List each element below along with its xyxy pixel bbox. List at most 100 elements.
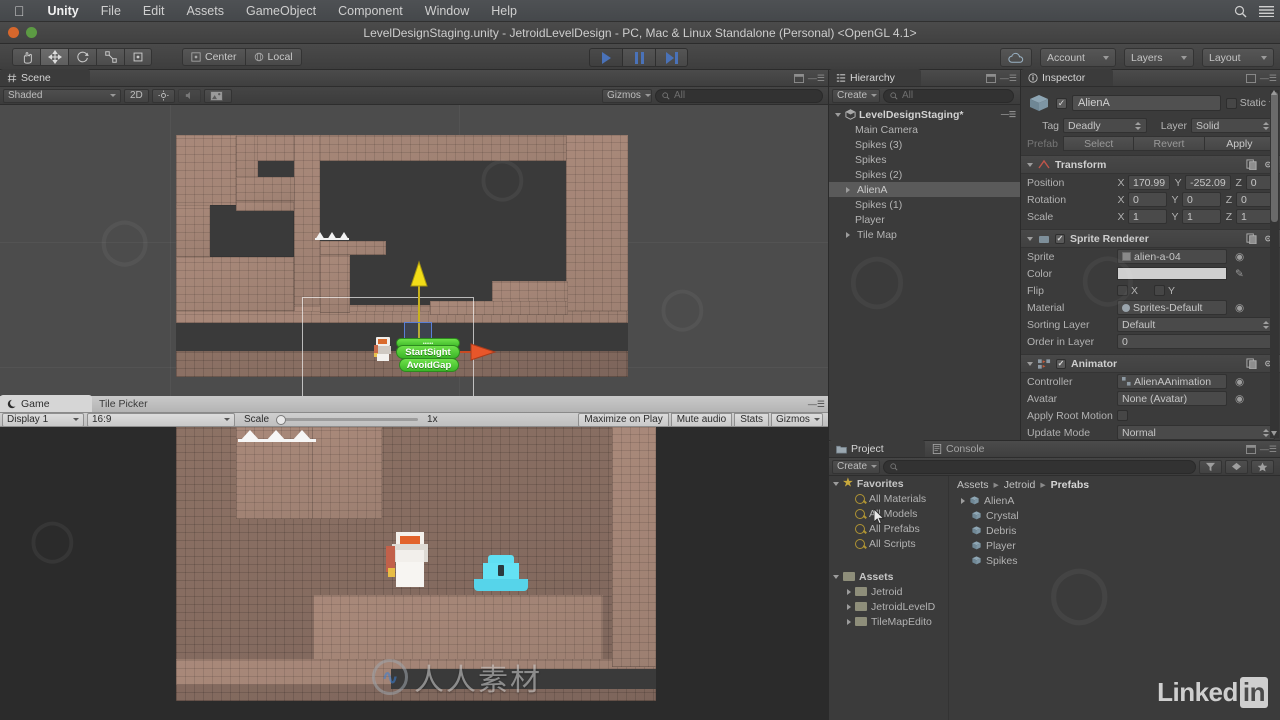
hierarchy-item-aliena[interactable]: AlienA xyxy=(829,182,1020,197)
hierarchy-item-scene[interactable]: LevelDesignStaging* —☰ xyxy=(829,107,1020,122)
hierarchy-search-input[interactable]: All xyxy=(883,88,1014,103)
lighting-toggle-button[interactable] xyxy=(151,88,175,103)
update-mode-dropdown[interactable]: Normal xyxy=(1117,425,1275,440)
prefab-item-aliena[interactable]: AlienA xyxy=(949,493,1280,508)
hierarchy-create-dropdown[interactable]: Create xyxy=(832,88,880,103)
play-button[interactable] xyxy=(589,48,622,67)
mute-audio-button[interactable]: Mute audio xyxy=(670,412,733,427)
tab-console[interactable]: Console xyxy=(925,440,1021,457)
sprite-field[interactable]: alien-a-04 xyxy=(1117,249,1227,264)
inspector-scrollbar[interactable] xyxy=(1270,90,1279,438)
favorite-all-models[interactable]: All Models xyxy=(829,506,948,521)
static-toggle[interactable]: Static xyxy=(1225,97,1275,109)
twirl-down-icon[interactable] xyxy=(833,112,842,117)
tab-inspector[interactable]: Inspector xyxy=(1021,69,1113,86)
scene-canvas[interactable]: •••••• StartSight AvoidGap ◯ ◯ ◯ xyxy=(0,105,828,396)
object-name-field[interactable]: AlienA xyxy=(1072,95,1221,111)
twirl-right-icon[interactable] xyxy=(847,603,851,610)
twirl-down-icon[interactable] xyxy=(1027,162,1033,167)
menu-unity[interactable]: Unity xyxy=(37,0,90,22)
hierarchy-item-spikes-1[interactable]: Spikes (1) xyxy=(829,197,1020,212)
prefab-item-debris[interactable]: Debris xyxy=(949,523,1280,538)
hierarchy-item-spikes-2[interactable]: Spikes (2) xyxy=(829,167,1020,182)
favorite-all-materials[interactable]: All Materials xyxy=(829,491,948,506)
favorites-root[interactable]: ★ Favorites xyxy=(829,476,948,491)
space-mode-button[interactable]: Local xyxy=(244,48,302,66)
rect-tool-button[interactable] xyxy=(124,48,152,66)
twirl-right-icon[interactable] xyxy=(843,231,852,238)
breadcrumb-assets[interactable]: Assets xyxy=(957,479,989,491)
rotation-x-field[interactable]: 0 xyxy=(1128,192,1167,207)
window-controls[interactable] xyxy=(8,27,37,38)
breadcrumb-jetroid[interactable]: Jetroid xyxy=(1004,479,1036,491)
scene-tab-icons[interactable]: —☰ xyxy=(793,73,825,84)
hierarchy-tab-icons[interactable]: —☰ xyxy=(985,73,1017,84)
twirl-right-icon[interactable] xyxy=(961,497,965,504)
position-y-field[interactable]: -252.09 xyxy=(1185,175,1231,190)
avatar-field[interactable]: None (Avatar) xyxy=(1117,391,1227,406)
favorite-all-scripts[interactable]: All Scripts xyxy=(829,536,948,551)
effects-toggle-button[interactable] xyxy=(203,88,232,103)
game-gizmos-dropdown[interactable]: Gizmos xyxy=(771,412,823,427)
minimize-button[interactable] xyxy=(8,27,19,38)
scene-menu-icon[interactable]: —☰ xyxy=(1001,110,1016,119)
controller-picker-icon[interactable]: ◉ xyxy=(1235,376,1244,388)
hand-tool-button[interactable] xyxy=(12,48,40,66)
move-tool-button[interactable] xyxy=(40,48,68,66)
flip-y-checkbox[interactable] xyxy=(1154,285,1166,296)
filter-by-type-button[interactable] xyxy=(1199,459,1222,474)
flip-x-checkbox[interactable] xyxy=(1117,285,1128,296)
menu-gameobject[interactable]: GameObject xyxy=(235,0,327,22)
favorite-all-prefabs[interactable]: All Prefabs xyxy=(829,521,948,536)
menu-component[interactable]: Component xyxy=(327,0,414,22)
hierarchy-item-spikes-3[interactable]: Spikes (3) xyxy=(829,137,1020,152)
apple-icon[interactable]:  xyxy=(0,4,37,18)
prefab-item-player[interactable]: Player xyxy=(949,538,1280,553)
sorting-layer-dropdown[interactable]: Default xyxy=(1117,317,1275,332)
favorite-button[interactable] xyxy=(1251,459,1274,474)
shading-mode-dropdown[interactable]: Shaded xyxy=(3,88,121,103)
assets-root[interactable]: Assets xyxy=(829,569,948,584)
material-field[interactable]: Sprites-Default xyxy=(1117,300,1227,315)
hierarchy-item-tile-map[interactable]: Tile Map xyxy=(829,227,1020,242)
prefab-item-crystal[interactable]: Crystal xyxy=(949,508,1280,523)
rotate-tool-button[interactable] xyxy=(68,48,96,66)
gizmo-label-avoidgap[interactable]: AvoidGap xyxy=(407,360,452,371)
twirl-right-icon[interactable] xyxy=(847,618,851,625)
prefab-select-button[interactable]: Select xyxy=(1063,136,1134,151)
hierarchy-item-player[interactable]: Player xyxy=(829,212,1020,227)
animator-component-header[interactable]: ✓ Animator xyxy=(1021,354,1280,373)
scale-y-field[interactable]: 1 xyxy=(1182,209,1221,224)
material-picker-icon[interactable]: ◉ xyxy=(1235,302,1244,314)
menu-assets[interactable]: Assets xyxy=(175,0,235,22)
prefab-item-spikes[interactable]: Spikes xyxy=(949,553,1280,568)
position-x-field[interactable]: 170.99 xyxy=(1128,175,1171,190)
stats-button[interactable]: Stats xyxy=(734,412,769,427)
prefab-apply-button[interactable]: Apply xyxy=(1203,136,1275,151)
account-dropdown[interactable]: Account xyxy=(1040,48,1116,67)
twirl-down-icon[interactable] xyxy=(1027,361,1033,366)
cloud-services-button[interactable] xyxy=(1000,48,1032,67)
project-search-input[interactable] xyxy=(883,459,1196,474)
preset-icon[interactable] xyxy=(1246,233,1257,244)
hierarchy-item-spikes[interactable]: Spikes xyxy=(829,152,1020,167)
twirl-down-icon[interactable] xyxy=(1027,236,1033,241)
pivot-mode-button[interactable]: Center xyxy=(182,48,245,66)
rotation-y-field[interactable]: 0 xyxy=(1182,192,1221,207)
twirl-right-icon[interactable] xyxy=(847,588,851,595)
transform-component-header[interactable]: Transform xyxy=(1021,155,1280,174)
menu-file[interactable]: File xyxy=(90,0,132,22)
audio-toggle-button[interactable] xyxy=(177,88,201,103)
gizmos-dropdown[interactable]: Gizmos xyxy=(602,88,652,103)
layers-dropdown[interactable]: Layers xyxy=(1124,48,1194,67)
aspect-dropdown[interactable]: 16:9 xyxy=(87,412,235,427)
scale-x-field[interactable]: 1 xyxy=(1128,209,1167,224)
pause-button[interactable] xyxy=(622,48,655,67)
asset-folder-jetroidleveld[interactable]: JetroidLevelD xyxy=(829,599,948,614)
layout-dropdown[interactable]: Layout xyxy=(1202,48,1274,67)
preset-icon[interactable] xyxy=(1246,358,1257,369)
menu-window[interactable]: Window xyxy=(414,0,480,22)
sprite-renderer-component-header[interactable]: ✓ Sprite Renderer xyxy=(1021,229,1280,248)
gizmo-label-startsight[interactable]: StartSight xyxy=(405,347,450,358)
scale-slider[interactable] xyxy=(276,414,419,426)
